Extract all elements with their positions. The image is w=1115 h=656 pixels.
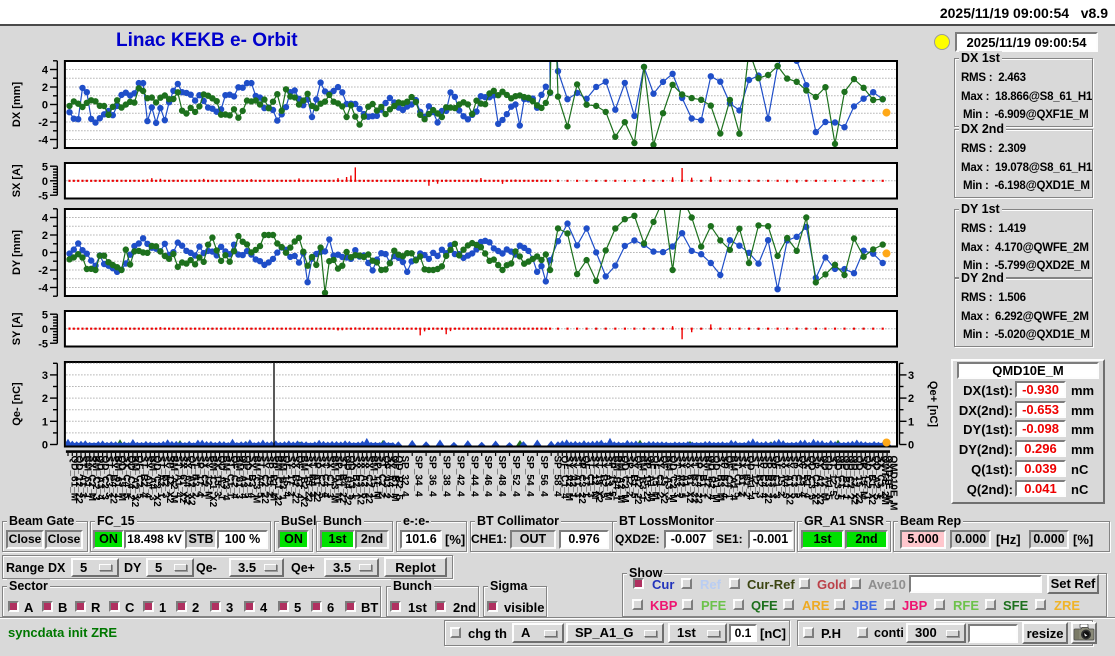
- svg-text:SP_36_4: SP_36_4: [427, 456, 438, 498]
- svg-text:SP_44_4: SP_44_4: [468, 456, 479, 498]
- svg-text:SP_38_4: SP_38_4: [441, 456, 452, 498]
- svg-text:0: 0: [42, 324, 48, 336]
- svg-text:SX [A]: SX [A]: [11, 164, 23, 197]
- svg-text:3: 3: [908, 370, 914, 382]
- svg-text:0: 0: [42, 440, 48, 452]
- svg-text:0: 0: [42, 100, 48, 112]
- svg-text:2: 2: [42, 393, 48, 405]
- svg-text:QMD10E_M: QMD10E_M: [888, 456, 899, 511]
- svg-text:DX [mm]: DX [mm]: [11, 82, 23, 128]
- svg-text:Qe- [nC]: Qe- [nC]: [11, 382, 23, 426]
- svg-text:Qe+ [nC]: Qe+ [nC]: [927, 381, 939, 427]
- svg-text:DY [mm]: DY [mm]: [11, 230, 23, 275]
- svg-text:4: 4: [42, 65, 49, 77]
- svg-text:2: 2: [42, 230, 48, 242]
- svg-text:5: 5: [42, 309, 48, 321]
- svg-text:SP_48_4: SP_48_4: [496, 456, 507, 498]
- svg-text:SP_46_4: SP_46_4: [482, 456, 493, 498]
- svg-text:-5: -5: [38, 338, 48, 350]
- svg-text:2: 2: [908, 393, 914, 405]
- svg-text:-2: -2: [38, 265, 48, 277]
- svg-text:3: 3: [42, 370, 48, 382]
- svg-text:0: 0: [42, 248, 48, 260]
- svg-text:SP_42_4: SP_42_4: [454, 456, 465, 498]
- svg-text:0: 0: [908, 440, 914, 452]
- svg-text:SP_54_4: SP_54_4: [524, 456, 535, 498]
- svg-text:-4: -4: [38, 135, 49, 147]
- svg-text:1: 1: [908, 416, 914, 428]
- svg-text:SP_52_4: SP_52_4: [510, 456, 521, 498]
- svg-text:SY [A]: SY [A]: [11, 312, 23, 345]
- svg-text:-4: -4: [38, 283, 49, 295]
- svg-text:1: 1: [42, 416, 48, 428]
- svg-text:SP_32_4: SP_32_4: [399, 456, 410, 498]
- svg-text:4: 4: [42, 213, 49, 225]
- svg-text:5: 5: [42, 161, 48, 173]
- svg-text:SP_34_4: SP_34_4: [413, 456, 424, 498]
- svg-text:SP_56_4: SP_56_4: [538, 456, 549, 498]
- svg-text:0: 0: [42, 176, 48, 188]
- svg-text:2: 2: [42, 82, 48, 94]
- svg-text:-5: -5: [38, 190, 48, 202]
- svg-text:-2: -2: [38, 117, 48, 129]
